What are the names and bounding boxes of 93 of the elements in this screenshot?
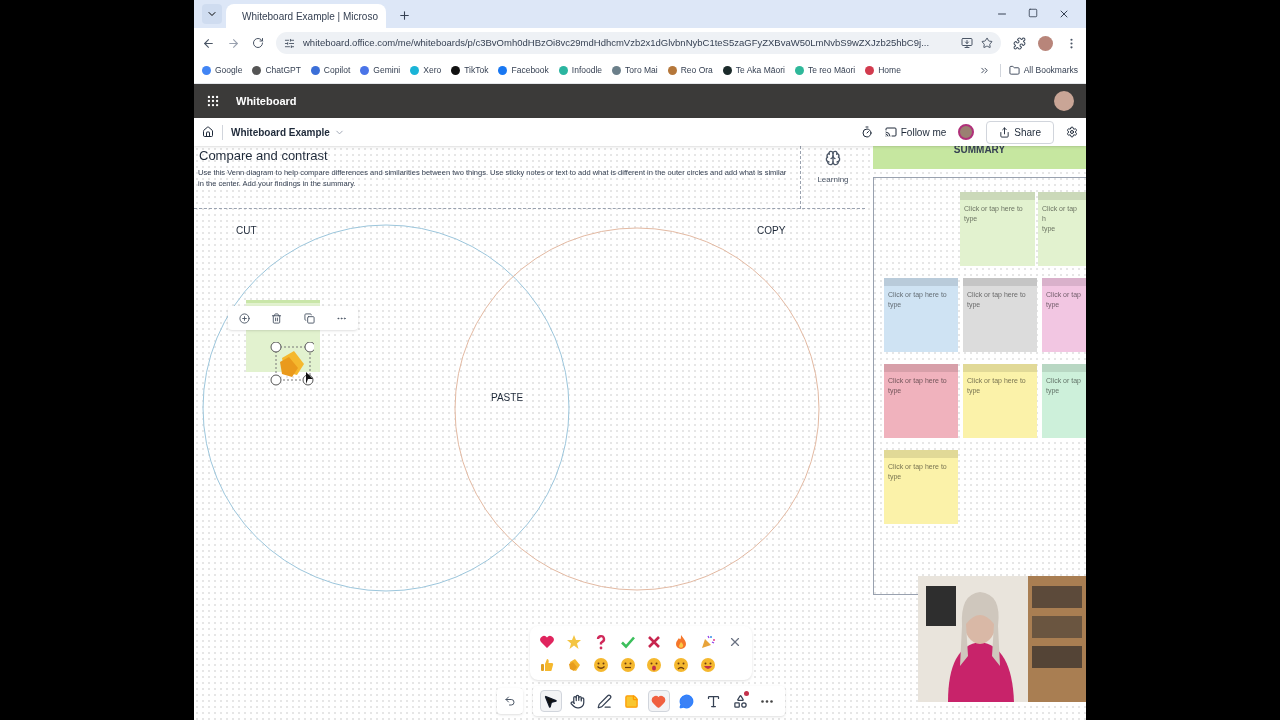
laugh-emoji-icon[interactable] (699, 656, 716, 673)
bookmark-item[interactable]: Infoodle (558, 64, 603, 77)
board-name-dropdown[interactable]: Whiteboard Example (222, 124, 345, 140)
text-icon (705, 693, 721, 709)
heart-emoji-icon[interactable] (539, 633, 556, 650)
bookmark-item[interactable]: Copilot (310, 64, 351, 77)
bookmark-item[interactable]: Te Aka Māori (722, 64, 785, 77)
bookmark-label: Reo Ora (680, 64, 713, 77)
cross-emoji-icon[interactable] (646, 633, 663, 650)
reload-icon[interactable] (252, 37, 264, 49)
copy-icon[interactable] (303, 312, 315, 324)
surprised-emoji-icon[interactable] (646, 656, 663, 673)
timer-icon[interactable] (860, 126, 873, 138)
profile-avatar[interactable] (1038, 35, 1053, 51)
folder-icon (1008, 65, 1020, 76)
undo-icon (504, 695, 516, 707)
sticky-note-icon (624, 693, 640, 709)
learning-card[interactable]: Learning (800, 146, 865, 209)
star-emoji-icon[interactable] (566, 633, 583, 650)
bookmark-item[interactable]: Toro Mai (612, 64, 658, 77)
forward-icon[interactable] (227, 36, 240, 50)
pen-icon (597, 693, 613, 709)
bookmark-star-icon[interactable] (981, 37, 993, 49)
close-icon[interactable] (1058, 8, 1070, 20)
bookmark-item[interactable]: Te reo Māori (794, 64, 856, 77)
selected-clap-sticker-drawing[interactable] (270, 342, 314, 386)
bookmark-item[interactable]: ChatGPT (252, 64, 301, 77)
install-icon[interactable] (961, 37, 973, 49)
bookmark-label: Google (215, 64, 243, 77)
tab-list-button[interactable] (202, 4, 222, 24)
bookmark-item[interactable]: Facebook (498, 64, 549, 77)
learning-label: Learning (817, 174, 849, 186)
tab-title: Whiteboard Example | Microso (242, 9, 378, 24)
browser-tab[interactable]: Whiteboard Example | Microso (226, 4, 386, 28)
more-icon (761, 699, 774, 703)
extensions-icon[interactable] (1013, 36, 1026, 50)
reaction-tool-button[interactable] (648, 690, 670, 712)
back-icon[interactable] (202, 36, 215, 50)
new-tab-icon[interactable] (398, 9, 411, 22)
template-heading: Compare and contrast (199, 147, 328, 165)
bookmark-item[interactable]: TikTok (451, 64, 489, 77)
presenter-avatar[interactable] (958, 124, 975, 140)
bookmark-item[interactable]: Xero (410, 64, 442, 77)
bookmark-item[interactable]: Reo Ora (667, 64, 713, 77)
pointer-icon (543, 693, 559, 709)
bookmark-label: Facebook (511, 64, 549, 77)
app-title: Whiteboard (236, 93, 297, 109)
bookmark-label: Te Aka Māori (735, 64, 785, 77)
brain-icon (825, 150, 841, 166)
thumbs-up-icon[interactable] (539, 656, 556, 673)
url-text: whiteboard.office.com/me/whiteboards/p/c3BvOmh0dHBzOi8vc29mdHdhcmVzb2x1dGlvbnNybC1teS5zaGFyZXBvaW50LmNvbS9wZXJzb25hbC9j... (303, 35, 931, 50)
app-launcher-icon[interactable] (206, 94, 220, 108)
neutral-emoji-icon[interactable] (619, 656, 636, 673)
sad-emoji-icon[interactable] (673, 656, 690, 673)
bookmark-item[interactable]: Google (202, 64, 243, 77)
bookmark-label: Home (878, 64, 901, 77)
all-bookmarks-item[interactable]: All Bookmarks (999, 64, 1078, 77)
select-tool-button[interactable] (539, 690, 562, 712)
bookmark-label: Copilot (323, 64, 351, 77)
venn-label: CUT (236, 224, 257, 238)
delete-icon[interactable] (271, 312, 283, 324)
bookmark-label: Xero (423, 64, 442, 77)
hand-icon (570, 693, 586, 709)
bookmark-item[interactable]: Home (865, 64, 901, 77)
heart-icon (651, 693, 667, 709)
party-popper-icon[interactable] (699, 633, 716, 650)
share-icon (999, 126, 1011, 138)
cast-icon (884, 126, 897, 138)
bookmark-label: Te reo Māori (807, 64, 856, 77)
more-bookmarks-icon[interactable] (978, 65, 990, 76)
shapes-icon (732, 693, 748, 709)
site-settings-icon (284, 37, 295, 49)
bookmark-label: TikTok (464, 64, 489, 77)
add-comment-icon[interactable] (238, 312, 250, 324)
whiteboard-canvas[interactable] (194, 146, 1086, 720)
settings-icon[interactable] (1066, 126, 1078, 138)
address-field[interactable]: whiteboard.office.com/me/whiteboards/p/c3BvOmh0dHBzOi8vc29mdHdhcmVzb2x1dGlvbnNybC1teS5zaGFyZXBvaW50LmNvbS9wZXJzb25hbC9j... (276, 32, 1001, 54)
bookmark-label: All Bookmarks (1023, 64, 1078, 77)
share-button[interactable]: Share (986, 120, 1054, 144)
bookmark-label: Gemini (373, 64, 401, 77)
home-icon[interactable] (202, 126, 214, 138)
bookmark-label: ChatGPT (265, 64, 301, 77)
bookmark-label: Infoodle (571, 64, 603, 77)
user-avatar[interactable] (1054, 91, 1074, 111)
comment-icon (678, 693, 694, 709)
follow-me-button[interactable]: Follow me (884, 124, 947, 140)
bookmark-item[interactable]: Gemini (360, 64, 401, 77)
summary-title: SUMMARY (953, 146, 1006, 157)
bookmark-label: Toro Mai (625, 64, 658, 77)
venn-label: COPY (757, 224, 786, 238)
maximize-icon[interactable] (1028, 8, 1038, 18)
smile-emoji-icon[interactable] (592, 656, 609, 673)
venn-label: PASTE (491, 391, 524, 405)
